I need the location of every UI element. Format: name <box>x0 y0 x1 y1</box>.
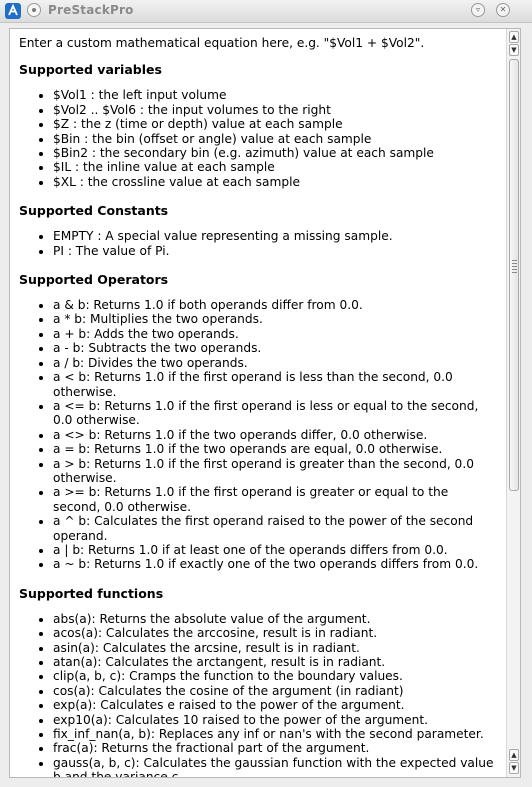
minimize-button[interactable]: ▿ <box>471 3 485 17</box>
list-item: $Vol1 : the left input volume <box>53 88 499 102</box>
section-heading-constants: Supported Constants <box>19 203 169 219</box>
window-title: PreStackPro <box>48 3 134 17</box>
vertical-scrollbar[interactable]: ▲ ▼ ▲ ▼ <box>506 29 520 777</box>
section-heading-operators: Supported Operators <box>19 272 169 288</box>
list-item: a <= b: Returns 1.0 if the first operand… <box>53 399 499 428</box>
list-item: a + b: Adds the two operands. <box>53 327 499 341</box>
list-item: $Bin2 : the secondary bin (e.g. azimuth)… <box>53 146 499 160</box>
scroll-up-icon: ▲ <box>511 751 517 759</box>
variables-list: $Vol1 : the left input volume$Vol2 .. $V… <box>19 88 499 189</box>
list-item: $Bin : the bin (offset or angle) value a… <box>53 132 499 146</box>
list-item: PI : The value of Pi. <box>53 244 499 258</box>
list-item: abs(a): Returns the absolute value of th… <box>53 612 499 626</box>
list-item: EMPTY : A special value representing a m… <box>53 229 499 243</box>
list-item: a - b: Subtracts the two operands. <box>53 341 499 355</box>
scroll-grip-icon <box>512 260 517 274</box>
list-item: frac(a): Returns the fractional part of … <box>53 741 499 755</box>
scroll-up-button-bottom[interactable]: ▲ <box>509 749 519 761</box>
list-item: exp(a): Calculates e raised to the power… <box>53 698 499 712</box>
list-item: asin(a): Calculates the arcsine, result … <box>53 641 499 655</box>
list-item: exp10(a): Calculates 10 raised to the po… <box>53 713 499 727</box>
minimize-icon: ▿ <box>475 5 480 14</box>
scroll-up-icon: ▲ <box>511 33 517 41</box>
list-item: fix_inf_nan(a, b): Replaces any inf or n… <box>53 727 499 741</box>
scroll-down-icon: ▼ <box>511 46 517 54</box>
scroll-down-icon: ▼ <box>511 764 517 772</box>
list-item: clip(a, b, c): Cramps the function to th… <box>53 669 499 683</box>
constants-list: EMPTY : A special value representing a m… <box>19 229 499 258</box>
list-item: atan(a): Calculates the arctangent, resu… <box>53 655 499 669</box>
help-text-panel[interactable]: Enter a custom mathematical equation her… <box>9 28 521 778</box>
close-button[interactable]: ✕ <box>496 3 510 17</box>
list-item: cos(a): Calculates the cosine of the arg… <box>53 684 499 698</box>
list-item: a > b: Returns 1.0 if the first operand … <box>53 457 499 486</box>
operators-list: a & b: Returns 1.0 if both operands diff… <box>19 298 499 572</box>
list-item: a < b: Returns 1.0 if the first operand … <box>53 370 499 399</box>
intro-text: Enter a custom mathematical equation her… <box>19 36 425 50</box>
list-item: $Z : the z (time or depth) value at each… <box>53 117 499 131</box>
list-item: gauss(a, b, c): Calculates the gaussian … <box>53 756 499 777</box>
scroll-down-button-top[interactable]: ▼ <box>509 44 519 56</box>
list-item: a & b: Returns 1.0 if both operands diff… <box>53 298 499 312</box>
list-item: a >= b: Returns 1.0 if the first operand… <box>53 485 499 514</box>
section-heading-variables: Supported variables <box>19 62 162 78</box>
list-item: a ~ b: Returns 1.0 if exactly one of the… <box>53 557 499 571</box>
functions-list: abs(a): Returns the absolute value of th… <box>19 612 499 777</box>
app-icon[interactable] <box>5 3 21 19</box>
scroll-up-button[interactable]: ▲ <box>509 31 519 43</box>
list-item: $XL : the crossline value at each sample <box>53 175 499 189</box>
prestackpro-window: PreStackPro ▿ ✕ Enter a custom mathemati… <box>0 0 532 787</box>
list-item: $Vol2 .. $Vol6 : the input volumes to th… <box>53 103 499 117</box>
list-item: a = b: Returns 1.0 if the two operands a… <box>53 442 499 456</box>
close-icon: ✕ <box>499 5 507 14</box>
scroll-down-button[interactable]: ▼ <box>509 762 519 774</box>
help-content: Enter a custom mathematical equation her… <box>19 36 499 777</box>
list-item: a * b: Multiplies the two operands. <box>53 312 499 326</box>
list-item: a <> b: Returns 1.0 if the two operands … <box>53 428 499 442</box>
list-item: a / b: Divides the two operands. <box>53 356 499 370</box>
section-heading-functions: Supported functions <box>19 585 164 601</box>
window-menu-button[interactable] <box>27 3 41 17</box>
list-item: a ^ b: Calculates the first operand rais… <box>53 514 499 543</box>
title-bar[interactable]: PreStackPro ▿ ✕ <box>0 0 532 23</box>
list-item: acos(a): Calculates the arccosine, resul… <box>53 626 499 640</box>
list-item: $IL : the inline value at each sample <box>53 160 499 174</box>
scroll-thumb[interactable] <box>509 59 519 491</box>
list-item: a | b: Returns 1.0 if at least one of th… <box>53 543 499 557</box>
